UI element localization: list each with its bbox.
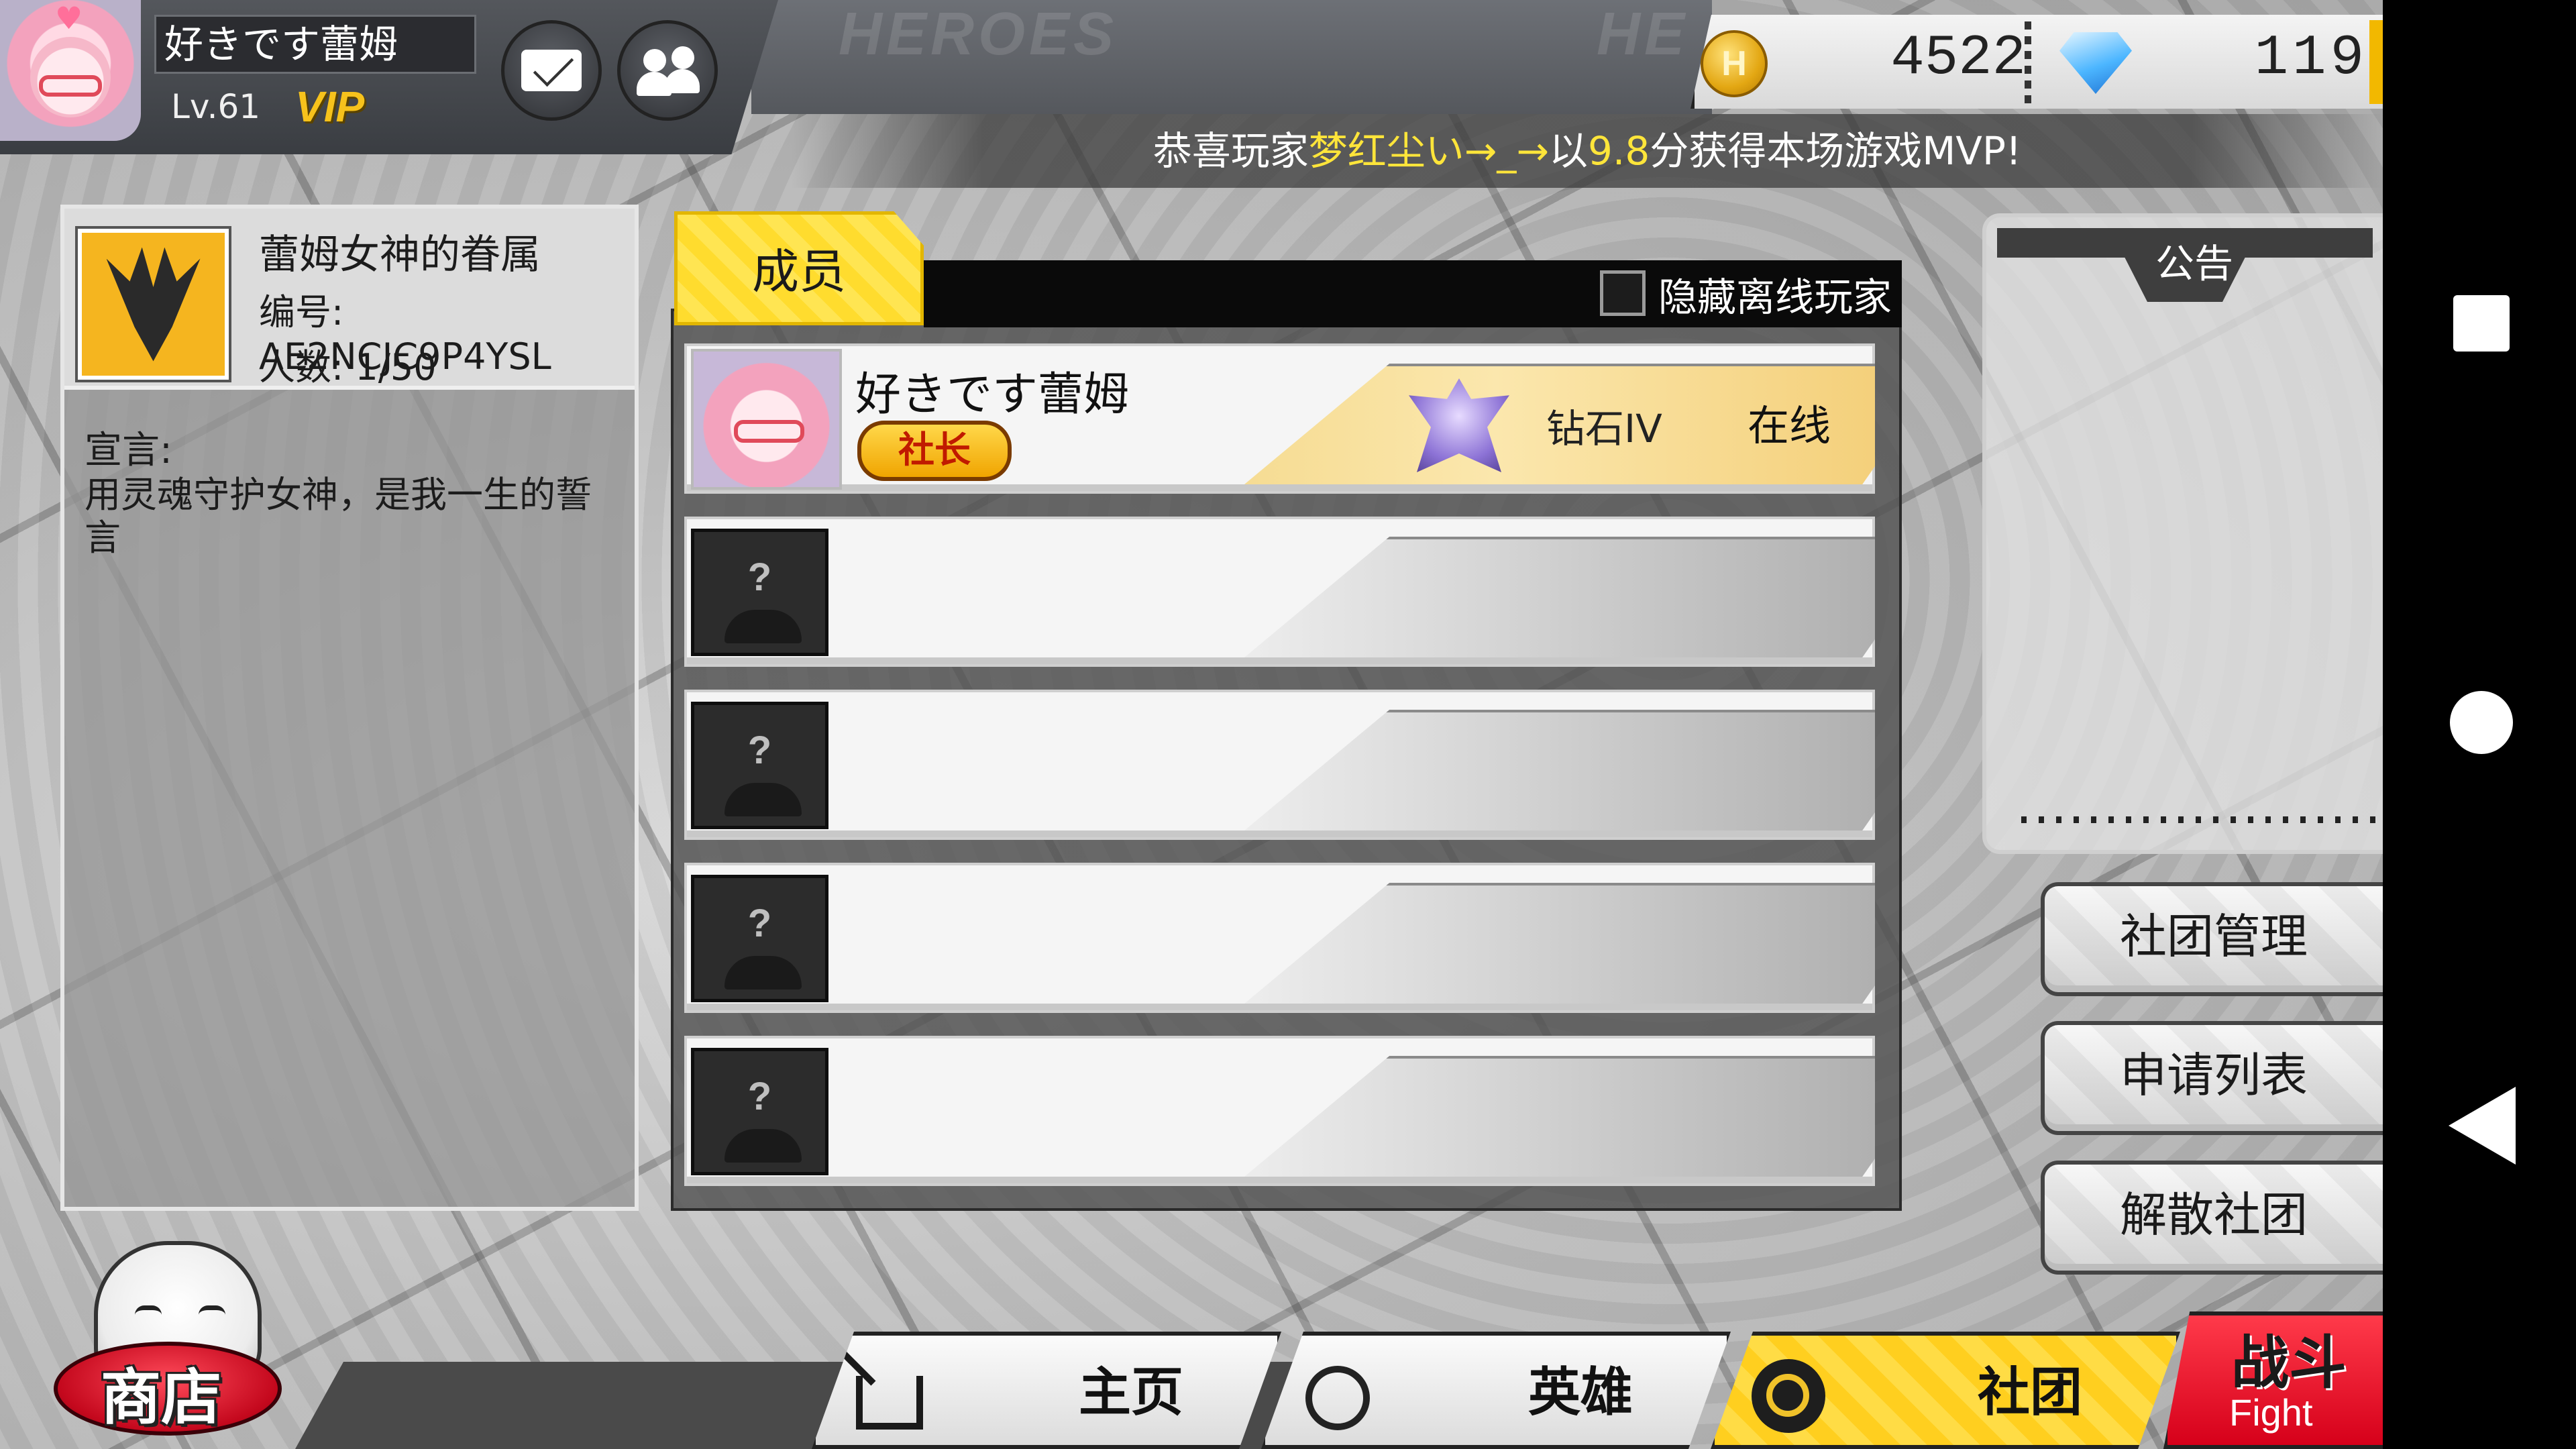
tab-home-label: 主页 xyxy=(1078,1362,1183,1423)
hide-offline-label[interactable]: 隐藏离线玩家 xyxy=(1658,266,1892,322)
guild-member-count: 人数: 1/50 xyxy=(259,346,437,388)
notice-panel: 公告 xyxy=(1982,213,2383,854)
player-level: Lv.61 xyxy=(171,87,261,126)
tab-home[interactable]: 主页 xyxy=(812,1332,1281,1449)
heart-icon: ♥ xyxy=(55,0,83,36)
gold-coin-icon: H xyxy=(1701,30,1768,97)
announcement-middle: 以 xyxy=(1549,128,1589,174)
avatar-glasses xyxy=(39,75,102,97)
home-icon xyxy=(856,1376,923,1430)
mail-icon xyxy=(521,50,582,91)
tab-guild[interactable]: 社团 xyxy=(1711,1332,2180,1449)
android-nav-bar xyxy=(2383,0,2576,1449)
member-row-empty: ? xyxy=(684,517,1875,667)
member-row-empty: ? xyxy=(684,863,1875,1013)
announcement-prefix: 恭喜玩家 xyxy=(1152,128,1309,174)
mail-button[interactable] xyxy=(501,20,602,121)
game-screen: HEROES HE ♥ 好きです蕾姆 Lv.61 VIP H 4522 119 … xyxy=(0,0,2383,1449)
currency-divider xyxy=(2025,21,2031,107)
tab-heroes-label: 英雄 xyxy=(1527,1362,1633,1423)
hero-icon xyxy=(1305,1366,1370,1430)
guild-header: 蕾姆女神的眷属 编号: AE2NCJC9P4YSL 人数: 1/50 xyxy=(64,209,635,390)
hide-offline-checkbox[interactable] xyxy=(1600,270,1646,316)
announcement-bar: 恭喜玩家梦红尘い→_→以9.8分获得本场游戏MVP! xyxy=(792,114,2383,188)
empty-avatar-icon: ? xyxy=(691,1048,828,1175)
tab-guild-label: 社团 xyxy=(1977,1362,2082,1423)
leader-status: 在线 xyxy=(1748,401,1831,450)
top-decor-strip: HEROES HE xyxy=(751,0,1712,114)
gem-amount: 119 xyxy=(2254,27,2368,91)
friends-icon xyxy=(634,44,701,97)
leader-avatar xyxy=(691,349,842,490)
back-icon[interactable] xyxy=(2449,1087,2516,1165)
vip-badge[interactable]: VIP xyxy=(295,82,364,131)
member-row-leader[interactable]: 好きです蕾姆 社长 钻石IV 在线 xyxy=(684,343,1875,494)
announcement-player: 梦红尘い→_→ xyxy=(1308,128,1549,174)
guild-emblem-icon[interactable] xyxy=(78,229,229,380)
announcement-score: 9.8 xyxy=(1588,128,1650,174)
disband-guild-button[interactable]: 解散社团 xyxy=(2041,1161,2383,1275)
member-row-empty: ? xyxy=(684,690,1875,840)
ghost-title: HEROES xyxy=(839,1,1118,68)
guild-icon xyxy=(1752,1359,1825,1433)
fight-label-en: Fight xyxy=(2229,1391,2313,1434)
fight-button[interactable]: 战斗 Fight xyxy=(2163,1311,2383,1449)
leader-name: 好きです蕾姆 xyxy=(855,368,1130,421)
recent-apps-icon[interactable] xyxy=(2453,295,2510,352)
friends-button[interactable] xyxy=(617,20,718,121)
gold-amount: 4522 xyxy=(1890,27,2026,91)
application-list-button[interactable]: 申请列表 xyxy=(2041,1021,2383,1135)
tab-heroes[interactable]: 英雄 xyxy=(1261,1332,1731,1449)
tab-members[interactable]: 成员 xyxy=(674,211,924,325)
player-name: 好きです蕾姆 xyxy=(154,15,476,74)
announcement-suffix: 分获得本场游戏MVP! xyxy=(1650,128,2022,174)
declaration-label: 宣言: xyxy=(85,429,172,472)
leader-rank: 钻石IV xyxy=(1546,406,1662,451)
declaration-text: 用灵魂守护女神，是我一生的誓言 xyxy=(85,474,592,559)
empty-avatar-icon: ? xyxy=(691,875,828,1002)
fight-label-cn: 战斗 xyxy=(2231,1330,2347,1397)
empty-avatar-icon: ? xyxy=(691,702,828,829)
notice-title: 公告 xyxy=(2155,241,2233,286)
empty-avatar-icon: ? xyxy=(691,529,828,656)
home-system-icon[interactable] xyxy=(2450,691,2513,754)
leader-badge: 社长 xyxy=(857,421,1012,481)
guild-name: 蕾姆女神的眷属 xyxy=(259,231,541,278)
ghost-title-2: HE xyxy=(1597,1,1689,68)
guild-info-panel: 蕾姆女神的眷属 编号: AE2NCJC9P4YSL 人数: 1/50 宣言: 用… xyxy=(60,205,639,1211)
player-avatar[interactable]: ♥ xyxy=(0,0,141,141)
notice-divider xyxy=(2021,816,2377,823)
shop-button[interactable]: 商店 xyxy=(40,1228,295,1449)
member-row-empty: ? xyxy=(684,1036,1875,1186)
shop-label: 商店 xyxy=(101,1362,221,1433)
guild-manage-button[interactable]: 社团管理 xyxy=(2041,882,2383,996)
add-currency-tab[interactable] xyxy=(2369,20,2383,104)
